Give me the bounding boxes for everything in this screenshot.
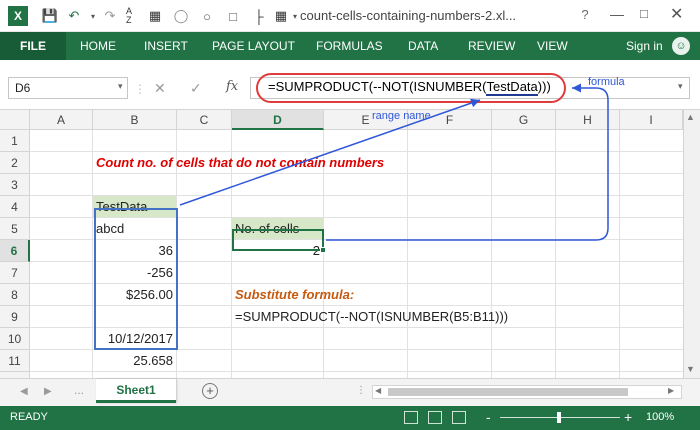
sign-in-link[interactable]: Sign in [626,32,663,60]
column-header-a[interactable]: A [30,110,93,130]
undo-icon[interactable]: ↶ [66,6,82,26]
range-name-annotation-label: range name [372,110,431,122]
row-header-11[interactable]: 11 [0,350,30,372]
window-title: count-cells-containing-numbers-2.xl... [300,8,517,23]
expand-formula-bar-icon[interactable]: ▾ [678,81,683,92]
name-box[interactable]: D6 [8,77,128,99]
zoom-slider-thumb[interactable] [557,412,561,423]
formula-range-name: TestData [486,79,538,96]
row-header-5[interactable]: 5 [0,218,30,240]
tab-insert[interactable]: INSERT [144,32,188,60]
ribbon-tabs: FILE HOME INSERT PAGE LAYOUT FORMULAS DA… [0,32,700,60]
column-header-d[interactable]: D [232,110,324,130]
worksheet-grid[interactable]: A B C D E F G H I 1 2 3 4 5 6 7 8 9 10 1… [0,110,700,378]
name-box-dropdown-icon[interactable]: ▾ [118,81,123,92]
tab-view[interactable]: VIEW [537,32,568,60]
shape-icon[interactable]: ◯ [172,6,190,26]
vertical-scrollbar[interactable] [683,110,700,378]
formula-suffix: ))) [537,79,551,94]
add-sheet-button[interactable]: + [202,383,218,399]
tab-formulas[interactable]: FORMULAS [316,32,383,60]
cell-d9-substitute-label[interactable]: Substitute formula: [232,284,354,306]
cell-d10-substitute-formula[interactable]: =SUMPRODUCT(--NOT(ISNUMBER(B5:B11))) [232,306,508,328]
row-header-7[interactable]: 7 [0,262,30,284]
sheet-tabs-bar: ◀ ▶ ... Sheet1 + ⋮ ◀ ▶ [0,378,700,406]
title-bar: X 💾 ↶ ▾ ↷ AZ ▦ ◯ ○ □ ├ ▦ ▾ count-cells-c… [0,0,700,32]
sheet-nav-next-icon[interactable]: ▶ [44,386,52,397]
redo-icon[interactable]: ↷ [102,6,118,26]
row-header-9[interactable]: 9 [0,306,30,328]
sort-icon[interactable]: AZ [120,6,138,26]
excel-logo-icon: X [8,6,28,26]
scroll-down-icon[interactable]: ▼ [686,364,695,374]
cell-b2-title-note[interactable]: Count no. of cells that do not contain n… [93,152,384,174]
row-header-6[interactable]: 6 [0,240,30,262]
normal-view-icon[interactable] [404,411,418,424]
sheet-tab-sheet1[interactable]: Sheet1 [96,379,176,403]
zoom-in-button[interactable]: + [624,409,632,425]
cancel-entry-icon[interactable]: ✕ [154,80,166,97]
tab-home[interactable]: HOME [80,32,116,60]
scroll-up-icon[interactable]: ▲ [686,112,695,122]
page-layout-view-icon[interactable] [428,411,442,424]
tab-split-grip-icon[interactable]: ⋮ [356,385,366,396]
user-icon[interactable]: ☺ [672,37,690,55]
confirm-entry-icon[interactable]: ✓ [190,80,202,97]
formula-bar-grip-icon: ⋮ [134,82,146,96]
formula-annotation-label: formula [588,76,625,88]
undo-dropdown-icon[interactable]: ▾ [86,6,100,26]
scroll-right-icon[interactable]: ▶ [668,386,674,395]
select-all-corner[interactable] [0,110,30,130]
column-header-c[interactable]: C [177,110,232,130]
insert-icon[interactable]: ▦ [146,6,164,26]
column-header-b[interactable]: B [93,110,177,130]
pivot-icon[interactable]: ├ [250,6,268,26]
tab-review[interactable]: REVIEW [468,32,515,60]
save-icon[interactable]: 💾 [40,6,60,26]
customize-icon[interactable]: ▦ [272,6,290,26]
fill-handle[interactable] [320,247,326,253]
maximize-button[interactable]: □ [640,6,648,21]
zoom-level[interactable]: 100% [646,411,674,423]
formula-bar: D6 ▾ ⋮ ✕ ✓ fx =SUMPRODUCT(--NOT(ISNUMBER… [0,60,700,110]
minimize-button[interactable]: — [610,6,624,22]
active-cell-selection [232,229,324,251]
status-bar: READY - + 100% [0,406,700,430]
tab-file[interactable]: FILE [0,32,66,60]
tab-data[interactable]: DATA [408,32,438,60]
font-color-icon[interactable]: ○ [198,6,216,26]
horizontal-scroll-thumb[interactable] [388,388,628,396]
testdata-range-outline [94,208,178,350]
row-header-10[interactable]: 10 [0,328,30,350]
page-break-view-icon[interactable] [452,411,466,424]
close-button[interactable]: ✕ [670,4,683,24]
cell-b11[interactable]: 25.658 [93,350,177,372]
sheet-nav-prev-icon[interactable]: ◀ [20,386,28,397]
row-header-1[interactable]: 1 [0,130,30,152]
sheet-nav-more[interactable]: ... [74,383,84,397]
formula-text: =SUMPRODUCT(--NOT(ISNUMBER(TestData))) [268,79,551,96]
insert-function-button[interactable]: fx [226,79,238,94]
status-ready: READY [10,411,48,423]
column-header-i[interactable]: I [620,110,683,130]
column-header-h[interactable]: H [556,110,620,130]
chart-icon[interactable]: □ [224,6,242,26]
tab-page-layout[interactable]: PAGE LAYOUT [212,32,295,60]
row-header-4[interactable]: 4 [0,196,30,218]
column-header-g[interactable]: G [492,110,556,130]
qat-dropdown-icon[interactable]: ▾ [290,6,300,26]
zoom-out-button[interactable]: - [486,409,491,425]
help-button[interactable]: ? [576,7,594,25]
row-header-8[interactable]: 8 [0,284,30,306]
row-header-2[interactable]: 2 [0,152,30,174]
scroll-left-icon[interactable]: ◀ [375,386,381,395]
formula-prefix: =SUMPRODUCT(--NOT(ISNUMBER( [268,79,487,94]
row-header-3[interactable]: 3 [0,174,30,196]
